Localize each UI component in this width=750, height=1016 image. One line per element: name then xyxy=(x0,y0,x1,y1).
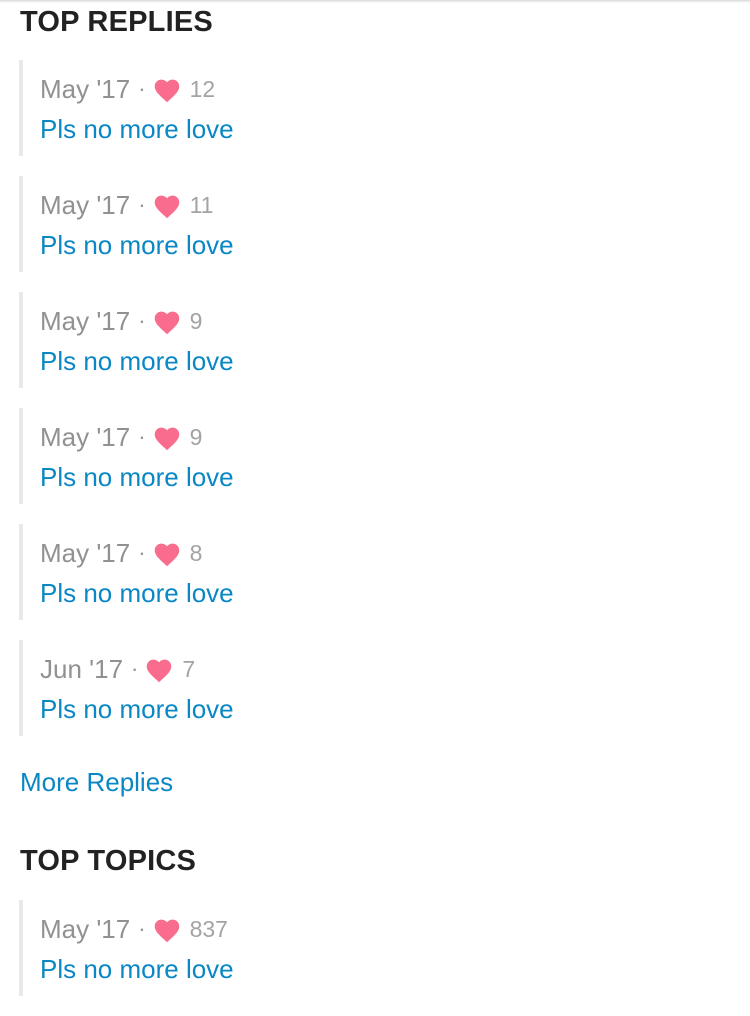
like-count: 7 xyxy=(182,655,196,682)
reply-meta: May '17 · 9 xyxy=(40,420,202,454)
reply-date: May '17 xyxy=(40,421,131,452)
heart-icon xyxy=(154,311,179,334)
heart-icon xyxy=(154,427,179,450)
reply-title-link[interactable]: Pls no more love xyxy=(40,692,234,726)
like-count: 837 xyxy=(189,915,228,942)
topic-title-link[interactable]: Pls no more love xyxy=(40,952,234,986)
like-count: 11 xyxy=(189,191,214,218)
reply-title-link[interactable]: Pls no more love xyxy=(40,576,234,610)
meta-separator: · xyxy=(138,308,146,333)
heart-icon xyxy=(154,195,179,218)
like-count: 9 xyxy=(189,307,203,334)
more-replies-link[interactable]: More Replies xyxy=(20,765,173,799)
reply-item: May '17 · 11 Pls no more love xyxy=(19,176,719,272)
top-shadow-divider xyxy=(0,0,750,3)
meta-separator: · xyxy=(138,540,146,565)
reply-date: May '17 xyxy=(40,305,131,336)
topic-item: May '17 · 837 Pls no more love xyxy=(19,900,719,996)
reply-item: May '17 · 9 Pls no more love xyxy=(19,408,719,504)
heart-icon xyxy=(147,659,172,682)
top-replies-list: May '17 · 12 Pls no more love May '17 · … xyxy=(19,60,719,756)
reply-meta: May '17 · 9 xyxy=(40,304,202,338)
meta-separator: · xyxy=(138,76,146,101)
reply-title-link[interactable]: Pls no more love xyxy=(40,344,234,378)
heart-icon xyxy=(154,79,179,102)
reply-date: May '17 xyxy=(40,73,131,104)
top-replies-heading: TOP REPLIES xyxy=(20,6,213,38)
heart-icon xyxy=(154,543,179,566)
top-topics-list: May '17 · 837 Pls no more love xyxy=(19,900,719,1016)
reply-item: Jun '17 · 7 Pls no more love xyxy=(19,640,719,736)
reply-title-link[interactable]: Pls no more love xyxy=(40,112,234,146)
meta-separator: · xyxy=(138,192,146,217)
heart-icon xyxy=(154,919,179,942)
reply-meta: May '17 · 8 xyxy=(40,536,202,570)
like-count: 12 xyxy=(189,75,216,102)
topic-meta: May '17 · 837 xyxy=(40,912,228,946)
reply-title-link[interactable]: Pls no more love xyxy=(40,460,234,494)
reply-date: May '17 xyxy=(40,537,131,568)
reply-date: Jun '17 xyxy=(40,653,124,684)
meta-separator: · xyxy=(138,916,146,941)
meta-separator: · xyxy=(131,656,139,681)
like-count: 8 xyxy=(189,539,203,566)
meta-separator: · xyxy=(138,424,146,449)
topic-date: May '17 xyxy=(40,913,131,944)
like-count: 9 xyxy=(189,423,203,450)
reply-title-link[interactable]: Pls no more love xyxy=(40,228,234,262)
reply-meta: May '17 · 11 xyxy=(40,188,213,222)
top-topics-heading: TOP TOPICS xyxy=(20,845,197,877)
reply-item: May '17 · 9 Pls no more love xyxy=(19,292,719,388)
reply-meta: Jun '17 · 7 xyxy=(40,652,195,686)
reply-item: May '17 · 12 Pls no more love xyxy=(19,60,719,156)
reply-meta: May '17 · 12 xyxy=(40,72,215,106)
reply-item: May '17 · 8 Pls no more love xyxy=(19,524,719,620)
reply-date: May '17 xyxy=(40,189,131,220)
